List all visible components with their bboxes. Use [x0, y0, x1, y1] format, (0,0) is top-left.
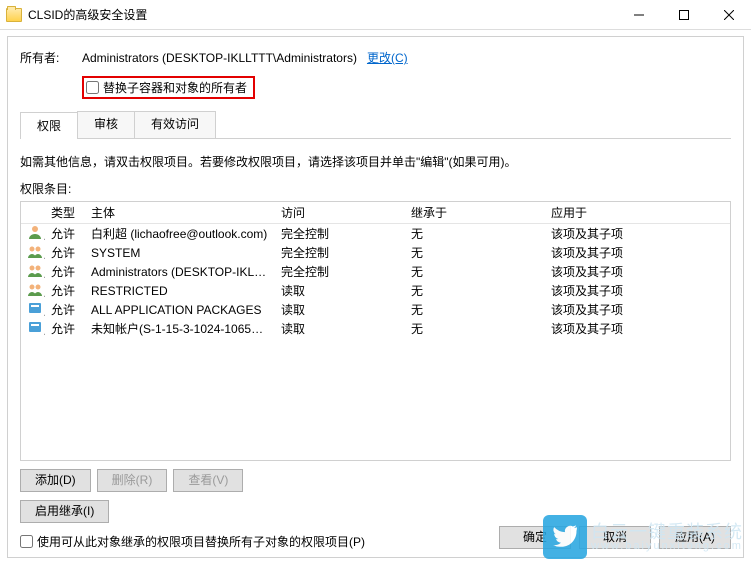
replace-owner-label: 替换子容器和对象的所有者 [103, 79, 247, 96]
folder-icon [6, 8, 22, 22]
cell-principal: Administrators (DESKTOP-IKLLT... [85, 265, 275, 279]
cell-type: 允许 [45, 282, 85, 299]
tab-effective[interactable]: 有效访问 [134, 111, 216, 138]
list-row[interactable]: 允许 SYSTEM 完全控制 无 该项及其子项 [21, 243, 730, 262]
cell-type: 允许 [45, 320, 85, 337]
cell-inherited: 无 [405, 320, 545, 337]
package-icon [27, 324, 43, 338]
list-row[interactable]: 允许 未知帐户(S-1-15-3-1024-1065365... 读取 无 该项… [21, 319, 730, 338]
cell-inherited: 无 [405, 263, 545, 280]
tab-permissions[interactable]: 权限 [20, 112, 78, 139]
apply-button[interactable]: 应用(A) [659, 526, 731, 549]
tab-permissions-label: 权限 [37, 119, 61, 133]
cell-access: 完全控制 [275, 244, 405, 261]
remove-button[interactable]: 删除(R) [97, 469, 168, 492]
list-row[interactable]: 允许 白利超 (lichaofree@outlook.com) 完全控制 无 该… [21, 224, 730, 243]
header-access[interactable]: 访问 [275, 204, 405, 221]
cell-inherited: 无 [405, 282, 545, 299]
replace-owner-row: 替换子容器和对象的所有者 [82, 76, 731, 99]
cell-principal: RESTRICTED [85, 284, 275, 298]
inherit-button-row: 启用继承(I) [20, 500, 731, 523]
cell-inherited: 无 [405, 225, 545, 242]
cell-type: 允许 [45, 244, 85, 261]
ok-button[interactable]: 确定 [499, 526, 571, 549]
content-panel: 所有者: Administrators (DESKTOP-IKLLTTT\Adm… [7, 36, 744, 558]
cell-applies: 该项及其子项 [545, 244, 730, 261]
cell-type: 允许 [45, 263, 85, 280]
cell-applies: 该项及其子项 [545, 301, 730, 318]
cell-inherited: 无 [405, 244, 545, 261]
cell-access: 读取 [275, 282, 405, 299]
view-button[interactable]: 查看(V) [173, 469, 243, 492]
list-row[interactable]: 允许 RESTRICTED 读取 无 该项及其子项 [21, 281, 730, 300]
window-controls [616, 0, 751, 29]
replace-owner-highlight: 替换子容器和对象的所有者 [82, 76, 255, 99]
maximize-button[interactable] [661, 0, 706, 29]
tab-auditing[interactable]: 审核 [77, 111, 135, 138]
group-icon [27, 267, 43, 281]
package-icon [27, 305, 43, 319]
owner-label: 所有者: [20, 49, 82, 66]
enable-inherit-button[interactable]: 启用继承(I) [20, 500, 109, 523]
cell-applies: 该项及其子项 [545, 282, 730, 299]
tab-auditing-label: 审核 [94, 117, 118, 131]
cancel-button[interactable]: 取消 [579, 526, 651, 549]
window-title: CLSID的高级安全设置 [28, 6, 616, 23]
group-icon [27, 248, 43, 262]
header-applies[interactable]: 应用于 [545, 204, 730, 221]
cell-inherited: 无 [405, 301, 545, 318]
entries-label: 权限条目: [20, 180, 731, 197]
replace-owner-checkbox[interactable] [86, 81, 99, 94]
tabstrip: 权限 审核 有效访问 [20, 111, 731, 139]
minimize-button[interactable] [616, 0, 661, 29]
owner-value: Administrators (DESKTOP-IKLLTTT\Administ… [82, 51, 357, 65]
header-inherited[interactable]: 继承于 [405, 204, 545, 221]
user-icon [27, 229, 43, 243]
list-row[interactable]: 允许 Administrators (DESKTOP-IKLLT... 完全控制… [21, 262, 730, 281]
replace-child-checkbox[interactable] [20, 535, 33, 548]
tab-effective-label: 有效访问 [151, 117, 199, 131]
cell-applies: 该项及其子项 [545, 263, 730, 280]
cell-principal: 未知帐户(S-1-15-3-1024-1065365... [85, 320, 275, 337]
instruction-text: 如需其他信息，请双击权限项目。若要修改权限项目，请选择该项目并单击"编辑"(如果… [20, 153, 731, 170]
group-icon [27, 286, 43, 300]
permissions-list[interactable]: 类型 主体 访问 继承于 应用于 允许 白利超 (lichaofree@outl… [20, 201, 731, 461]
cell-type: 允许 [45, 301, 85, 318]
owner-line: 所有者: Administrators (DESKTOP-IKLLTTT\Adm… [20, 49, 731, 66]
change-owner-link[interactable]: 更改(C) [367, 49, 408, 66]
replace-child-label: 使用可从此对象继承的权限项目替换所有子对象的权限项目(P) [37, 533, 365, 550]
cell-principal: ALL APPLICATION PACKAGES [85, 303, 275, 317]
list-row[interactable]: 允许 ALL APPLICATION PACKAGES 读取 无 该项及其子项 [21, 300, 730, 319]
cell-access: 完全控制 [275, 225, 405, 242]
cell-principal: SYSTEM [85, 246, 275, 260]
cell-access: 读取 [275, 301, 405, 318]
add-button[interactable]: 添加(D) [20, 469, 91, 492]
cell-access: 读取 [275, 320, 405, 337]
cell-principal: 白利超 (lichaofree@outlook.com) [85, 225, 275, 242]
cell-applies: 该项及其子项 [545, 320, 730, 337]
cell-applies: 该项及其子项 [545, 225, 730, 242]
cell-access: 完全控制 [275, 263, 405, 280]
list-header: 类型 主体 访问 继承于 应用于 [21, 202, 730, 224]
header-principal[interactable]: 主体 [85, 204, 275, 221]
cell-type: 允许 [45, 225, 85, 242]
title-bar: CLSID的高级安全设置 [0, 0, 751, 30]
dialog-button-row: 确定 取消 应用(A) [499, 526, 731, 549]
list-button-row: 添加(D) 删除(R) 查看(V) [20, 469, 731, 492]
close-button[interactable] [706, 0, 751, 29]
header-type[interactable]: 类型 [45, 204, 85, 221]
